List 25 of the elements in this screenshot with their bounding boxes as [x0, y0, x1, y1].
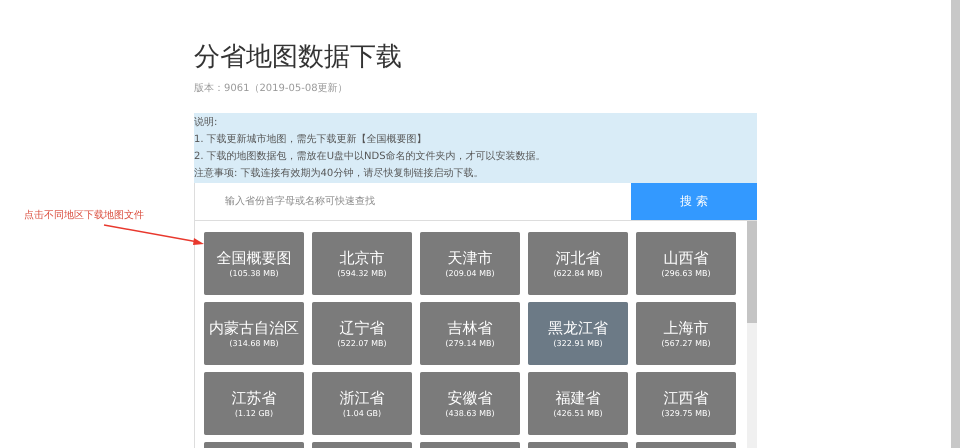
region-tile[interactable]: 福建省 (426.51 MB): [528, 372, 628, 435]
annotation-text: 点击不同地区下载地图文件: [24, 208, 144, 222]
region-tile[interactable]: 内蒙古自治区 (314.68 MB): [204, 302, 304, 365]
region-tile[interactable]: 浙江省 (1.04 GB): [312, 372, 412, 435]
region-tile[interactable]: 河北省 (622.84 MB): [528, 232, 628, 295]
scrollbar[interactable]: [747, 221, 757, 448]
region-tile[interactable]: 安徽省 (438.63 MB): [420, 372, 520, 435]
region-tile[interactable]: 黑龙江省 (322.91 MB): [528, 302, 628, 365]
region-tile[interactable]: 天津市 (209.04 MB): [420, 232, 520, 295]
note-text: 1. 下载更新城市地图，需先下载更新【全国概要图】: [194, 132, 428, 147]
region-tile[interactable]: 江苏省 (1.12 GB): [204, 372, 304, 435]
region-tile[interactable]: 吉林省 (279.14 MB): [420, 302, 520, 365]
region-tile[interactable]: 上海市 (567.27 MB): [636, 302, 736, 365]
region-tile[interactable]: 山西省 (296.63 MB): [636, 232, 736, 295]
note-text: 2. 下载的地图数据包，需放在U盘中以NDS命名的文件夹内，才可以安装数据。: [194, 150, 547, 164]
page-title: 分省地图数据下载: [194, 41, 403, 74]
version-text: 版本：9061（2019-05-08更新）: [194, 82, 349, 96]
page-scrollbar[interactable]: [951, 0, 960, 448]
region-tile[interactable]: 北京市 (594.32 MB): [312, 232, 412, 295]
region-tile[interactable]: 全国概要图 (105.38 MB): [204, 232, 304, 295]
note-text: 注意事项: 下载连接有效期为40分钟，请尽快复制链接启动下载。: [194, 166, 484, 181]
region-tile[interactable]: 江西省 (329.75 MB): [636, 372, 736, 435]
note-text: 说明:: [194, 116, 218, 130]
region-tile[interactable]: 辽宁省 (522.07 MB): [312, 302, 412, 365]
search-button[interactable]: 搜 索: [631, 183, 757, 220]
